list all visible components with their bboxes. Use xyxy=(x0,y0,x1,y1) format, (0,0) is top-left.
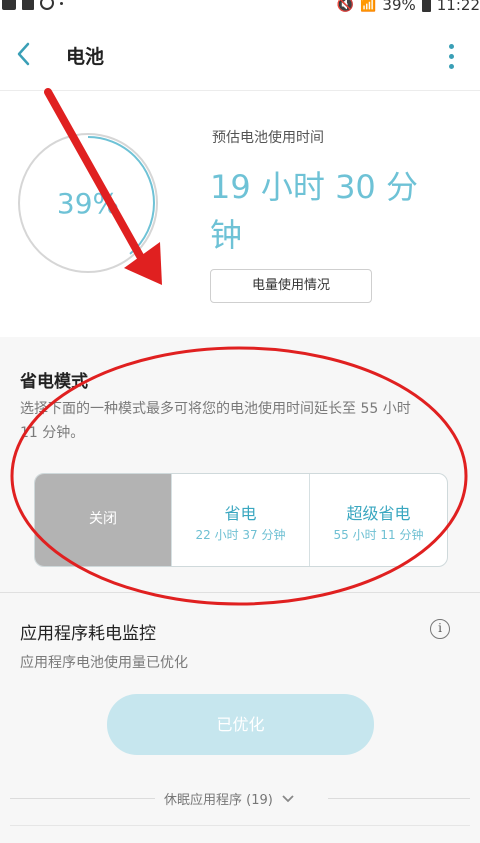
battery-usage-button[interactable]: 电量使用情况 xyxy=(210,269,372,303)
chevron-down-icon xyxy=(282,795,294,803)
app-monitor-status: 应用程序电池使用量已优化 xyxy=(20,655,188,671)
clock: 11:22 xyxy=(436,0,480,14)
system-status: 🔇 📶 39% 11:22 xyxy=(337,0,480,14)
divider xyxy=(328,798,470,799)
mute-icon: 🔇 xyxy=(336,0,355,13)
more-options-button[interactable] xyxy=(436,38,466,74)
power-mode-selector: 关闭 省电 22 小时 37 分钟 超级省电 55 小时 11 分钟 xyxy=(34,473,448,567)
mode-power-saving-button[interactable]: 省电 22 小时 37 分钟 xyxy=(172,474,310,566)
app-notification-icon xyxy=(40,0,54,10)
notification-icons xyxy=(2,0,63,10)
divider xyxy=(10,825,470,826)
divider xyxy=(10,798,155,799)
info-icon[interactable]: i xyxy=(430,619,450,639)
battery-summary-card: 39% 预估电池使用时间 19 小时 30 分钟 电量使用情况 xyxy=(0,90,480,337)
mode-ultra-saving-button[interactable]: 超级省电 55 小时 11 分钟 xyxy=(310,474,447,566)
estimate-label: 预估电池使用时间 xyxy=(212,130,324,146)
more-notifications-icon xyxy=(60,1,63,5)
back-button[interactable] xyxy=(8,34,44,74)
more-vert-icon-dot xyxy=(449,54,454,59)
app-bar: 电池 xyxy=(0,18,480,90)
estimate-value: 19 小时 30 分钟 xyxy=(210,168,418,254)
chevron-left-icon xyxy=(17,42,30,66)
battery-gauge: 39% xyxy=(18,133,158,273)
page-title: 电池 xyxy=(66,46,105,68)
power-mode-title: 省电模式 xyxy=(20,372,88,392)
power-saving-section: 省电模式 选择下面的一种模式最多可将您的电池使用时间延长至 55 小时 11 分… xyxy=(0,337,480,591)
gallery-notification-icon xyxy=(2,0,16,10)
signal-icon: 📶 xyxy=(360,0,377,13)
trash-notification-icon xyxy=(22,0,34,10)
mode-off-label: 关闭 xyxy=(89,511,117,527)
status-bar: 🔇 📶 39% 11:22 xyxy=(0,0,480,18)
mode-ultra-saving-label: 超级省电 xyxy=(346,504,411,523)
app-power-monitor-section: 应用程序耗电监控 i 应用程序电池使用量已优化 已优化 休眠应用程序 (19) xyxy=(0,592,480,843)
mode-ultra-saving-time: 55 小时 11 分钟 xyxy=(333,528,424,542)
mode-power-saving-label: 省电 xyxy=(224,504,257,523)
battery-percent-status: 39% xyxy=(382,0,416,14)
sleeping-apps-label: 休眠应用程序 (19) xyxy=(164,793,273,808)
power-mode-description: 选择下面的一种模式最多可将您的电池使用时间延长至 55 小时 11 分钟。 xyxy=(20,401,411,441)
battery-percent: 39% xyxy=(56,187,120,220)
sleeping-apps-toggle[interactable]: 休眠应用程序 (19) xyxy=(164,789,295,808)
battery-icon xyxy=(421,0,431,12)
optimized-button[interactable]: 已优化 xyxy=(107,694,374,755)
app-monitor-title: 应用程序耗电监控 xyxy=(20,624,156,644)
more-vert-icon xyxy=(449,44,454,49)
mode-power-saving-time: 22 小时 37 分钟 xyxy=(195,528,286,542)
sleeping-apps-row[interactable]: 休眠应用程序 (19) xyxy=(0,783,480,813)
more-vert-icon-dot xyxy=(449,64,454,69)
mode-off-button[interactable]: 关闭 xyxy=(35,474,172,566)
